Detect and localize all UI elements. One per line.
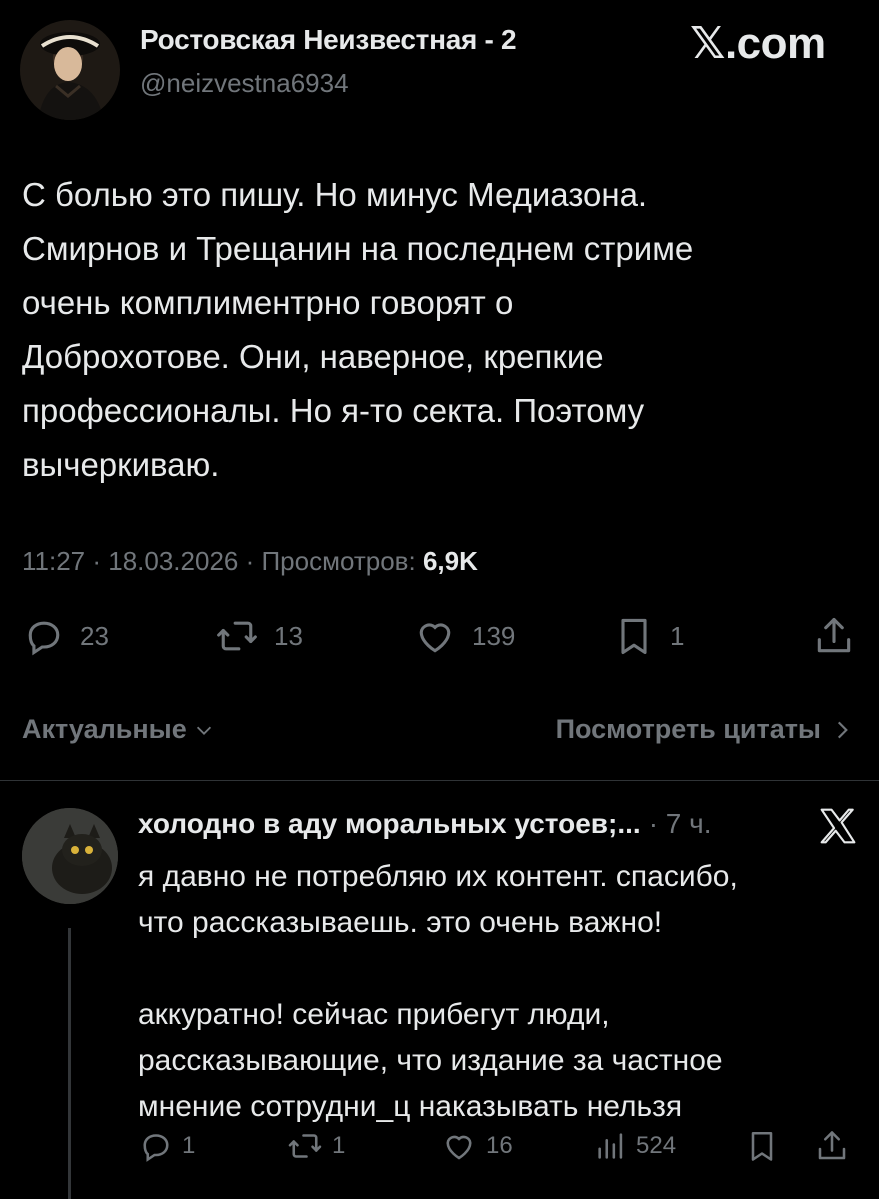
reply-views-button[interactable]: 524: [594, 1128, 676, 1164]
views-icon: [598, 1133, 623, 1159]
bookmark-button[interactable]: 1: [612, 614, 684, 658]
bookmark-count: 1: [670, 620, 685, 651]
sort-label: Актуальные: [22, 714, 187, 744]
reply-button[interactable]: 23: [22, 614, 109, 658]
heart-icon: [446, 1135, 472, 1160]
reply-reply-button[interactable]: 1: [138, 1128, 195, 1164]
repost-icon: [217, 621, 257, 651]
author-name[interactable]: Ростовская Неизвестная - 2: [140, 24, 517, 56]
share-icon: [818, 1131, 846, 1160]
brand-logo: 𝕏.com: [690, 19, 826, 68]
x-logo-icon: [818, 808, 858, 849]
sort-dropdown[interactable]: Актуальные: [22, 714, 215, 745]
reply-like-button[interactable]: 16: [440, 1128, 513, 1164]
reply-author-avatar[interactable]: [22, 808, 118, 904]
view-quotes-link[interactable]: Посмотреть цитаты: [556, 714, 851, 745]
bookmark-icon: [751, 1131, 773, 1161]
author-handle[interactable]: @neizvestna6934: [140, 68, 349, 99]
bookmark-icon: [621, 618, 647, 655]
chevron-down-icon: [196, 726, 211, 735]
repost-icon: [288, 1134, 322, 1158]
comment-icon: [28, 621, 60, 656]
post-meta: 11:27 · 18.03.2026 · Просмотров: 6,9K: [22, 546, 478, 577]
reply-repost-button[interactable]: 1: [286, 1128, 345, 1164]
repost-count: 13: [274, 620, 303, 651]
comment-icon: [143, 1134, 169, 1162]
like-count: 139: [472, 620, 516, 651]
reply-view-count: 524: [636, 1132, 677, 1159]
reply-count: 23: [80, 620, 109, 651]
reply-share-button[interactable]: [814, 1128, 850, 1164]
reply-text: я давно не потребляю их контент. спасибо…: [138, 860, 738, 1123]
reply-time[interactable]: · 7 ч.: [649, 808, 712, 840]
share-button[interactable]: [812, 614, 856, 658]
post-views: 6,9K: [422, 546, 478, 576]
post-timestamp[interactable]: 11:27 · 18.03.2026 · Просмотров:: [22, 546, 416, 576]
like-button[interactable]: 139: [412, 614, 515, 658]
share-icon: [817, 617, 851, 653]
heart-icon: [419, 623, 451, 653]
reply-header: холодно в аду моральных устоев;... · 7 ч…: [138, 808, 712, 840]
post-text: С болью это пишу. Но минус Медиазона. См…: [22, 176, 694, 483]
divider: [0, 780, 879, 781]
reply-reply-count: 1: [182, 1132, 196, 1159]
repost-button[interactable]: 13: [214, 614, 303, 658]
view-quotes-label: Посмотреть цитаты: [555, 714, 821, 744]
reply-like-count: 16: [486, 1132, 513, 1159]
chevron-right-icon: [837, 721, 848, 738]
reply-repost-count: 1: [332, 1132, 346, 1159]
thread-line: [68, 928, 71, 1199]
author-avatar[interactable]: [20, 20, 120, 120]
reply-author-name[interactable]: холодно в аду моральных устоев;...: [138, 808, 641, 840]
reply-bookmark-button[interactable]: [744, 1128, 780, 1164]
